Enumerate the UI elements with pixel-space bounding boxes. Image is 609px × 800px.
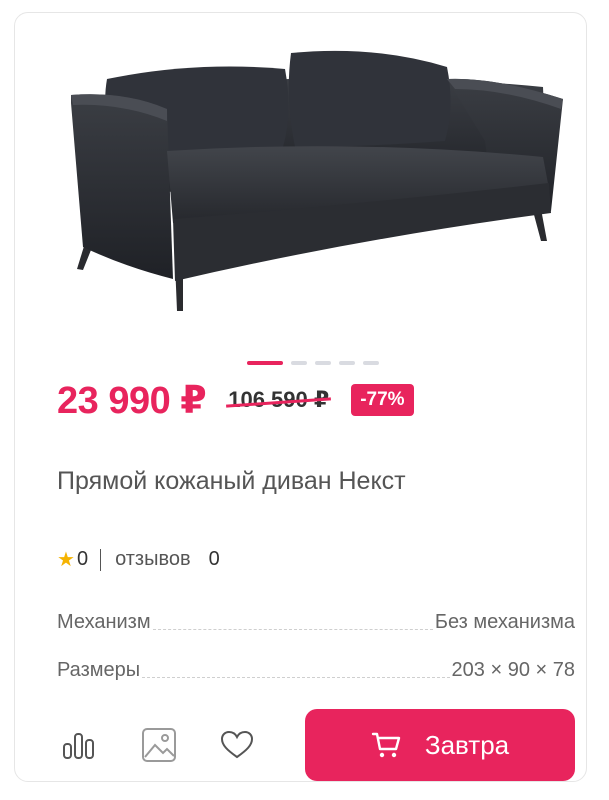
pagination-dot[interactable] — [363, 361, 379, 365]
heart-icon — [220, 730, 254, 759]
spec-label: Механизм — [57, 611, 151, 633]
discount-badge: -77% — [351, 384, 414, 416]
cart-icon — [371, 731, 401, 759]
spec-label: Размеры — [57, 659, 141, 681]
image-pagination[interactable] — [247, 361, 379, 365]
pagination-dot[interactable] — [291, 361, 307, 365]
gallery-button[interactable] — [139, 725, 179, 765]
pagination-dot[interactable] — [315, 361, 331, 365]
reviews-label: отзывов — [115, 548, 191, 570]
spec-value: 203 × 90 × 78 — [451, 659, 575, 681]
compare-button[interactable] — [59, 725, 99, 765]
spec-leader — [142, 677, 450, 678]
price-row: 23 990 ₽ 106 590 ₽ -77% — [57, 377, 414, 423]
pagination-dot[interactable] — [339, 361, 355, 365]
image-icon — [142, 728, 176, 762]
spec-row-mechanism: Механизм Без механизма — [57, 611, 575, 634]
favorite-button[interactable] — [217, 725, 257, 765]
cart-button-label: Завтра — [424, 729, 510, 760]
rating-row[interactable]: ★ 0 отзывов 0 — [57, 547, 220, 572]
pagination-dot[interactable] — [247, 361, 283, 365]
rating-value: 0 — [76, 548, 89, 570]
product-image[interactable] — [55, 43, 565, 353]
spec-value: Без механизма — [434, 611, 575, 633]
product-card[interactable]: 23 990 ₽ 106 590 ₽ -77% Прямой кожаный д… — [14, 12, 587, 782]
sofa-photo — [71, 50, 563, 311]
product-title[interactable]: Прямой кожаный диван Некст — [57, 467, 406, 496]
spec-row-dimensions: Размеры 203 × 90 × 78 — [57, 659, 575, 682]
old-price: 106 590 ₽ — [228, 387, 330, 412]
reviews-count: 0 — [208, 548, 220, 570]
star-icon: ★ — [57, 549, 75, 571]
current-price: 23 990 ₽ — [57, 379, 207, 422]
bar-chart-icon — [63, 733, 94, 759]
spec-leader — [152, 629, 433, 630]
divider — [100, 548, 102, 571]
add-to-cart-button[interactable]: Завтра — [305, 709, 575, 781]
